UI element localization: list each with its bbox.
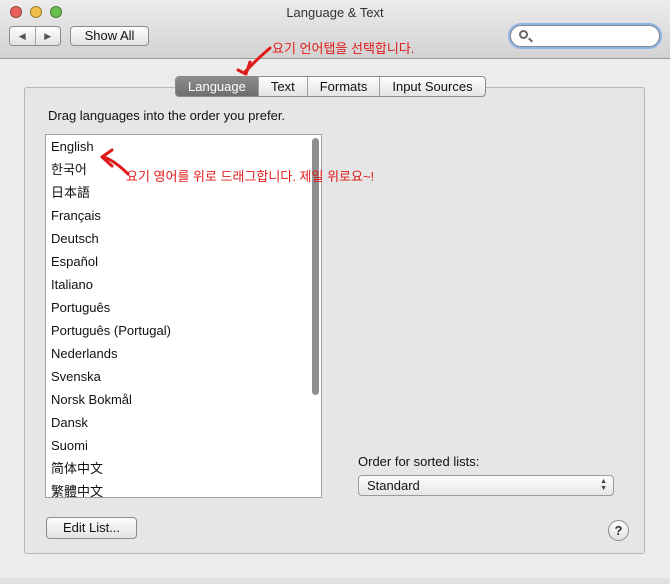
list-item[interactable]: 한국어 (51, 158, 87, 181)
forward-arrow-icon[interactable]: ▶ (36, 27, 61, 45)
list-item[interactable]: Español (51, 250, 98, 273)
list-item[interactable]: Deutsch (51, 227, 99, 250)
arrow-head-icon (236, 60, 252, 76)
annotation-drag-note: 요기 영어를 위로 드래그합니다. 제일 위로요~! (126, 169, 375, 184)
back-arrow-icon[interactable]: ◀ (10, 27, 36, 45)
search-icon (519, 30, 528, 39)
list-item[interactable]: Italiano (51, 273, 93, 296)
list-item[interactable]: Suomi (51, 434, 88, 457)
language-list[interactable]: English 한국어 日本語 Français Deutsch Español… (45, 134, 322, 498)
list-item[interactable]: Norsk Bokmål (51, 388, 132, 411)
list-item[interactable]: Français (51, 204, 101, 227)
search-input[interactable] (533, 28, 657, 46)
tab-input-sources[interactable]: Input Sources (379, 77, 484, 96)
order-label: Order for sorted lists: (358, 454, 480, 469)
tab-bar: Language Text Formats Input Sources (175, 76, 486, 97)
tab-language[interactable]: Language (176, 77, 258, 96)
window-bottom-edge (0, 578, 670, 584)
tab-formats[interactable]: Formats (306, 77, 380, 96)
list-item[interactable]: Nederlands (51, 342, 118, 365)
edit-list-button[interactable]: Edit List... (46, 517, 137, 539)
list-item[interactable]: Dansk (51, 411, 88, 434)
show-all-button[interactable]: Show All (70, 26, 149, 46)
updown-arrows-icon: ▲ ▼ (600, 478, 607, 492)
help-button[interactable]: ? (608, 520, 629, 541)
list-item[interactable]: 日本語 (51, 181, 90, 204)
list-item[interactable]: Português (Portugal) (51, 319, 171, 342)
instruction-text: Drag languages into the order you prefer… (48, 108, 286, 123)
order-select[interactable]: Standard ▲ ▼ (358, 475, 614, 496)
list-item[interactable]: Português (51, 296, 110, 319)
annotation-tab-note: 요기 언어탭을 선택합니다. (272, 41, 415, 56)
list-item[interactable]: 繁體中文 (51, 480, 103, 497)
list-item[interactable]: Svenska (51, 365, 101, 388)
window-title: Language & Text (286, 5, 384, 20)
order-value: Standard (367, 478, 420, 493)
tab-text[interactable]: Text (257, 77, 307, 96)
search-field[interactable] (510, 25, 660, 47)
list-item[interactable]: English (51, 135, 94, 158)
back-forward-control: ◀ ▶ (9, 26, 61, 46)
list-item[interactable]: 简体中文 (51, 457, 103, 480)
